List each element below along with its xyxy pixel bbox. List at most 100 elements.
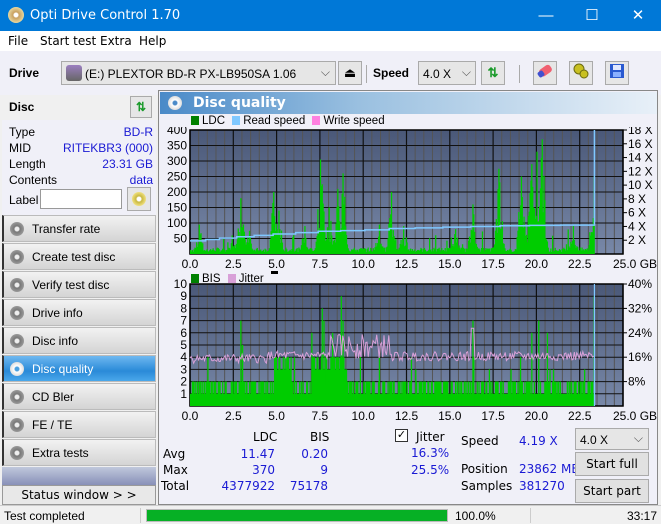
menu-bar: File Start test Extra Help bbox=[0, 31, 661, 51]
legend-write-speed-label: Write speed bbox=[323, 115, 385, 127]
stats-avg-jitter: 16.3% bbox=[411, 446, 450, 460]
y-tick-label: 350 bbox=[167, 139, 187, 153]
y2-tick-label: 16% bbox=[628, 350, 652, 364]
disc-label-label: Label bbox=[9, 193, 39, 207]
title-bar: Opti Drive Control 1.70 — ☐ ✕ bbox=[0, 0, 661, 31]
y2-tick-label: 32% bbox=[628, 301, 652, 315]
nav-create-test-disc[interactable]: Create test disc bbox=[2, 243, 156, 270]
disc-function-icon bbox=[10, 390, 24, 404]
drive-icon bbox=[66, 65, 82, 81]
stats-total-label: Total bbox=[161, 479, 190, 493]
nav-disc-quality[interactable]: Disc quality bbox=[2, 355, 156, 382]
nav-fe-te[interactable]: FE / TE bbox=[2, 411, 156, 438]
nav-label: Disc info bbox=[32, 334, 79, 348]
start-full-button[interactable]: Start full bbox=[575, 452, 649, 476]
progress-fill bbox=[147, 510, 447, 521]
y-tick-label: 1 bbox=[180, 387, 187, 401]
disc-function-icon bbox=[10, 278, 24, 292]
disc-function-icon bbox=[10, 446, 24, 460]
config-button[interactable] bbox=[569, 61, 593, 85]
nav-transfer-rate[interactable]: Transfer rate bbox=[2, 215, 156, 242]
disc-refresh-button[interactable]: ⇅ bbox=[130, 96, 152, 118]
nav-spacer bbox=[2, 467, 156, 485]
y2-tick-label: 8% bbox=[628, 375, 646, 389]
y2-tick-label: 16 X bbox=[628, 137, 653, 151]
stats-max-label: Max bbox=[163, 463, 188, 477]
floppy-disk-icon bbox=[610, 64, 624, 78]
stats-max-bis: 9 bbox=[320, 463, 328, 477]
chevron-down-icon: ⌵ bbox=[633, 431, 643, 445]
menu-start-test[interactable]: Start test bbox=[40, 34, 96, 48]
nav-verify-test-disc[interactable]: Verify test disc bbox=[2, 271, 156, 298]
nav-extra-tests[interactable]: Extra tests bbox=[2, 439, 156, 466]
speed-select-value: 4.0 X bbox=[423, 67, 452, 81]
samples-label: Samples bbox=[461, 479, 513, 493]
stats-max-jitter: 25.5% bbox=[411, 463, 450, 477]
x-tick-label: 15.0 bbox=[438, 257, 462, 271]
x-tick-label: 7.5 bbox=[312, 257, 329, 271]
disc-length-row: Length 23.31 GB bbox=[9, 157, 153, 171]
minimize-button[interactable]: — bbox=[523, 0, 569, 31]
progress-bar bbox=[146, 509, 448, 522]
progress-percent: 100.0% bbox=[455, 509, 496, 523]
x-tick-label: 10.0 bbox=[352, 409, 376, 423]
disc-function-icon bbox=[10, 418, 24, 432]
status-window-button[interactable]: Status window > > bbox=[2, 485, 156, 505]
position-label: Position bbox=[461, 462, 508, 476]
ldc-chart: 4003503002502001501005018 X16 X14 X12 X1… bbox=[167, 127, 657, 271]
disc-quality-icon bbox=[168, 96, 182, 110]
x-tick-label: 20.0 bbox=[525, 257, 549, 271]
bis-bar bbox=[538, 320, 540, 406]
nav-disc-info[interactable]: Disc info bbox=[2, 327, 156, 354]
status-bar: Test completed 100.0% 33:17 bbox=[0, 505, 661, 524]
disc-function-icon bbox=[10, 362, 24, 376]
disc-function-icon bbox=[10, 306, 24, 320]
refresh-arrows-icon: ⇅ bbox=[135, 100, 147, 114]
status-divider bbox=[530, 508, 531, 523]
erase-button[interactable] bbox=[533, 61, 557, 85]
disc-length-label: Length bbox=[9, 157, 46, 171]
disc-contents-value: data bbox=[129, 173, 153, 187]
nav-label: Verify test disc bbox=[32, 278, 110, 292]
chart1-legend: LDC Read speed Write speed bbox=[191, 115, 389, 127]
close-button[interactable]: ✕ bbox=[615, 0, 661, 31]
nav-label: Extra tests bbox=[32, 446, 89, 460]
disc-mid-label: MID bbox=[9, 141, 31, 155]
disc-contents-row: Contents data bbox=[9, 173, 153, 187]
menu-help[interactable]: Help bbox=[139, 34, 166, 48]
start-part-button[interactable]: Start part bbox=[575, 479, 649, 503]
position-value: 23862 MB bbox=[519, 462, 580, 476]
maximize-button[interactable]: ☐ bbox=[569, 0, 615, 31]
refresh-arrows-icon: ⇅ bbox=[487, 65, 499, 80]
x-tick-label: 2.5 bbox=[225, 257, 242, 271]
menu-file[interactable]: File bbox=[8, 34, 28, 48]
samples-value: 381270 bbox=[519, 479, 565, 493]
y-tick-label: 400 bbox=[167, 127, 187, 137]
status-divider bbox=[140, 508, 141, 523]
drive-select[interactable]: (E:) PLEXTOR BD-R PX-LB950SA 1.06 ⌵ bbox=[61, 61, 336, 85]
refresh-button[interactable]: ⇅ bbox=[481, 61, 505, 85]
eject-button[interactable]: ⏏ bbox=[338, 61, 362, 85]
drive-select-value: (E:) PLEXTOR BD-R PX-LB950SA 1.06 bbox=[85, 67, 297, 81]
toolbar-separator bbox=[519, 65, 520, 83]
x-tick-label: 7.5 bbox=[312, 409, 329, 423]
test-speed-select[interactable]: 4.0 X ⌵ bbox=[575, 428, 649, 450]
y-tick-label: 50 bbox=[174, 232, 188, 246]
nav-cd-bler[interactable]: CD Bler bbox=[2, 383, 156, 410]
jitter-checkbox[interactable]: ✓ bbox=[395, 429, 408, 442]
chevron-down-icon: ⌵ bbox=[320, 65, 330, 79]
y-tick-label: 300 bbox=[167, 154, 187, 168]
speed-select[interactable]: 4.0 X ⌵ bbox=[418, 61, 476, 85]
disc-label-button[interactable] bbox=[127, 187, 151, 211]
disc-label-input[interactable] bbox=[40, 189, 122, 209]
chevron-down-icon: ⌵ bbox=[461, 65, 471, 79]
nav-label: Create test disc bbox=[32, 250, 116, 264]
x-tick-label: 5.0 bbox=[268, 257, 285, 271]
disc-header-title: Disc bbox=[9, 100, 35, 114]
menu-extra[interactable]: Extra bbox=[100, 34, 132, 48]
save-button[interactable] bbox=[605, 61, 629, 85]
nav-drive-info[interactable]: Drive info bbox=[2, 299, 156, 326]
speed-readout-label: Speed bbox=[461, 434, 499, 448]
x-tick-label: 25.0 GB bbox=[613, 409, 657, 423]
disc-mid-row: MID RITEKBR3 (000) bbox=[9, 141, 153, 155]
